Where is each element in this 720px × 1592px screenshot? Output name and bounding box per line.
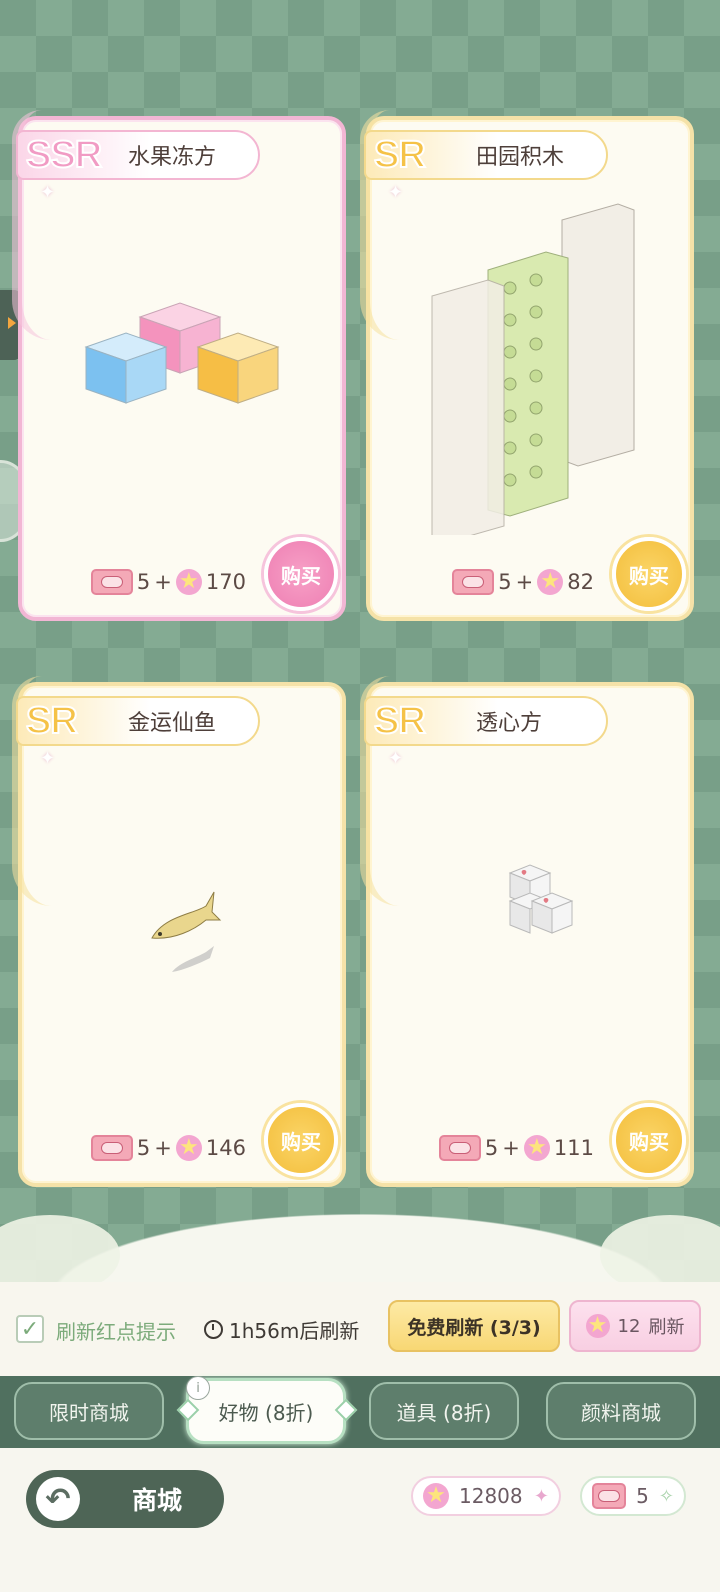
star-gem-icon	[175, 569, 202, 595]
paid-refresh-count: 12	[617, 1315, 641, 1337]
ticket-cost: 5	[498, 570, 512, 594]
shop-card-fruit-jelly[interactable]: SSR 水果冻方 ✦ 5 + 170 购买	[12, 110, 346, 621]
clock-icon	[204, 1320, 223, 1339]
shop-card-garden-blocks[interactable]: SR 田园积木 ✦ 5 + 82 购买	[360, 110, 694, 621]
gem-balance-value: 12808	[459, 1484, 523, 1508]
rarity-badge: SR	[373, 133, 427, 177]
item-name: 田园积木	[476, 145, 565, 170]
shop-tab-bar: 限时商城 好物 (8折) 道具 (8折) 颜料商城	[0, 1376, 720, 1448]
footer-bar: ↶ 商城 12808 ✦ 5 ✧	[0, 1448, 720, 1592]
star-gem-icon	[423, 1483, 449, 1509]
plus-sign: +	[154, 1136, 172, 1160]
rarity-badge: SR	[373, 699, 427, 743]
tab-paint-shop[interactable]: 颜料商城	[546, 1382, 696, 1440]
ticket-icon	[592, 1483, 627, 1509]
gem-balance[interactable]: 12808 ✦	[411, 1476, 561, 1516]
item-name: 金运仙鱼	[128, 711, 217, 736]
item-name: 水果冻方	[128, 145, 217, 170]
info-icon[interactable]: i	[186, 1376, 210, 1400]
ticket-balance-value: 5	[636, 1484, 649, 1508]
refresh-timer: 1h56m后刷新	[204, 1315, 359, 1344]
sparkle-icon: ✦	[388, 748, 404, 769]
buy-button[interactable]: 购买	[612, 1103, 686, 1177]
star-gem-icon	[175, 1135, 202, 1161]
paid-refresh-label: 刷新	[648, 1317, 685, 1338]
price-row: 5 + 146	[90, 1135, 246, 1161]
ticket-cost: 5	[484, 1136, 499, 1160]
heart-cube-illustration	[508, 864, 574, 934]
gem-cost: 146	[205, 1136, 246, 1160]
price-row: 5 + 111	[438, 1135, 594, 1161]
card-header: SR 金运仙鱼	[16, 696, 260, 746]
rarity-badge: SR	[25, 699, 79, 743]
paid-refresh-button[interactable]: 12 刷新	[569, 1300, 701, 1352]
ticket-icon	[90, 1135, 133, 1161]
sparkle-icon: ✦	[40, 748, 56, 769]
card-header: SR 田园积木	[364, 130, 608, 180]
back-arrow-icon: ↶	[36, 1477, 80, 1521]
card-header: SR 透心方	[364, 696, 608, 746]
card-header: SSR 水果冻方	[16, 130, 260, 180]
plus-sign: +	[502, 1136, 520, 1160]
buy-button[interactable]: 购买	[264, 1103, 338, 1177]
ticket-icon	[452, 569, 495, 595]
price-row: 5 + 170	[90, 569, 246, 595]
free-refresh-button[interactable]: 免费刷新 (3/3)	[388, 1300, 560, 1352]
back-button[interactable]: ↶ 商城	[26, 1470, 224, 1528]
ticket-cost: 5	[136, 1136, 151, 1160]
plus-sign: +	[154, 570, 172, 594]
rarity-badge: SSR	[25, 133, 103, 177]
lucky-fish-illustration	[151, 891, 222, 972]
item-name: 透心方	[476, 711, 543, 736]
add-tickets-icon: ✧	[658, 1485, 674, 1507]
sparkle-icon: ✦	[388, 182, 404, 203]
buy-button[interactable]: 购买	[264, 537, 338, 611]
plus-sign: +	[515, 570, 534, 594]
tab-limited-shop[interactable]: 限时商城	[14, 1382, 164, 1440]
gem-cost: 111	[553, 1136, 594, 1160]
gem-cost: 170	[205, 570, 246, 594]
timer-text: 1h56m后刷新	[229, 1319, 360, 1343]
checkbox-label: 刷新红点提示	[56, 1320, 176, 1344]
star-gem-icon	[537, 569, 564, 595]
price-row: 5 + 82	[452, 569, 594, 595]
add-gems-icon: ✦	[533, 1485, 549, 1507]
sparkle-icon: ✦	[40, 182, 56, 203]
check-icon: ✓	[20, 1316, 40, 1342]
star-gem-icon	[523, 1135, 550, 1161]
buy-button[interactable]: 购买	[612, 537, 686, 611]
garden-blocks-illustration	[431, 203, 635, 535]
ticket-icon	[90, 569, 133, 595]
shop-card-heart-cube[interactable]: SR 透心方 ✦ 5 + 111 购买	[360, 676, 694, 1187]
gem-cost: 82	[567, 570, 594, 594]
jelly-cubes-illustration	[84, 302, 280, 404]
red-dot-checkbox[interactable]: ✓	[16, 1315, 44, 1343]
page-title: 商城	[132, 1486, 183, 1515]
tab-good-items[interactable]: 好物 (8折)	[186, 1378, 346, 1444]
star-gem-icon	[585, 1314, 610, 1338]
shop-card-lucky-fish[interactable]: SR 金运仙鱼 ✦ 5 + 146 购买	[12, 676, 346, 1187]
ticket-icon	[438, 1135, 481, 1161]
tab-props[interactable]: 道具 (8折)	[369, 1382, 519, 1440]
ticket-cost: 5	[136, 570, 151, 594]
refresh-bar: ✓ 刷新红点提示 1h56m后刷新 免费刷新 (3/3) 12 刷新	[0, 1282, 720, 1378]
ticket-balance[interactable]: 5 ✧	[580, 1476, 686, 1516]
